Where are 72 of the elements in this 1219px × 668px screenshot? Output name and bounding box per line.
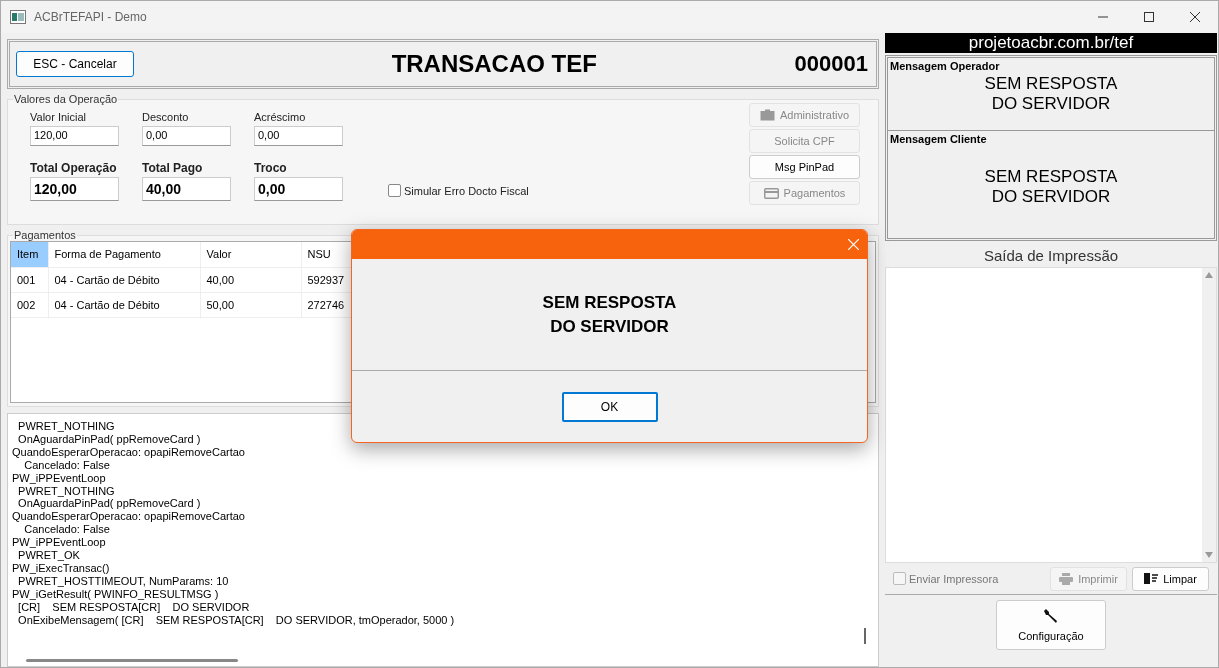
ok-button[interactable]: OK (561, 391, 658, 422)
log-line: PWRET_HOSTTIMEOUT, NumParams: 10 (17, 574, 230, 588)
checkbox-label: Enviar Impressora (909, 572, 999, 585)
field-label: Desconto (142, 111, 190, 123)
value-field[interactable]: 120,00 (30, 126, 119, 146)
log-line: PW_iPPEventLoop (12, 471, 107, 485)
value-field[interactable]: 0,00 (142, 126, 231, 146)
value-field[interactable]: 40,00 (142, 176, 231, 201)
scroll-up-icon[interactable] (1205, 272, 1213, 278)
briefcase-icon (759, 109, 775, 121)
checkbox-label: Simular Erro Docto Fiscal (404, 184, 529, 197)
field-label: Acréscimo (254, 111, 307, 123)
log-line: OnAguardaPinPad( ppRemoveCard ) (17, 432, 202, 446)
log-line: PW_iGetResult( PWINFO_RESULTMSG ) (12, 587, 220, 601)
field-label: Total Operação (30, 160, 118, 175)
checkbox[interactable] (388, 184, 401, 197)
log-line: PWRET_NOTHING (17, 484, 116, 498)
dialog-message: DO SERVIDOR (550, 315, 669, 338)
log-line: QuandoEsperarOperacao: opapiRemoveCartao (12, 510, 246, 524)
cancel-button[interactable]: ESC - Cancelar (16, 51, 134, 77)
column-header[interactable]: Forma de Pagamento (48, 242, 200, 267)
message-label: Mensagem Operador (889, 59, 1001, 74)
scrollbar-thumb[interactable] (864, 628, 866, 644)
credit-card-icon (763, 187, 779, 199)
table-cell: 002 (11, 292, 48, 317)
group-legend: Pagamentos (13, 229, 77, 241)
printer-icon (1059, 572, 1074, 585)
field-label: Valor Inicial (30, 111, 88, 123)
log-line: PWRET_OK (17, 549, 81, 562)
log-line: Cancelado: False (23, 458, 111, 472)
transaction-title: TRANSACAO TEF (390, 50, 598, 78)
operator-message: SEM RESPOSTA (983, 74, 1119, 94)
log-line: PWRET_NOTHING (17, 420, 116, 433)
table-cell: 40,00 (200, 267, 301, 292)
value-field[interactable]: 0,00 (254, 126, 343, 146)
close-icon[interactable] (848, 239, 859, 250)
log-line: OnExibeMensagem( [CR] SEM RESPOSTA[CR] DO SERVIDOR, tmOperador, 5000 ) (17, 613, 456, 627)
action-button[interactable]: Msg PinPad (749, 155, 860, 179)
column-header[interactable]: Valor (200, 242, 301, 267)
scrollbar-thumb[interactable] (26, 659, 238, 662)
wrench-icon (1043, 608, 1059, 624)
table-cell: 50,00 (200, 292, 301, 317)
table-cell: 04 - Cartão de Débito (48, 267, 200, 292)
clear-button[interactable]: Limpar (1132, 566, 1209, 591)
log-line: PW_iExecTransac() (12, 561, 111, 575)
transaction-number: 000001 (794, 51, 868, 77)
dialog-message: SEM RESPOSTA (542, 291, 677, 314)
operator-message: DO SERVIDOR (990, 94, 1112, 114)
window-title: ACBrTEFAPI - Demo (34, 10, 147, 24)
website-banner: projetoacbr.com.br/tef (885, 33, 1217, 53)
clear-icon (1144, 573, 1159, 584)
log-line: OnAguardaPinPad( ppRemoveCard ) (17, 497, 202, 511)
field-label: Troco (254, 160, 288, 175)
field-label: Total Pago (142, 160, 204, 175)
value-field[interactable]: 0,00 (254, 176, 343, 201)
table-cell: 04 - Cartão de Débito (48, 292, 200, 317)
configuration-button[interactable]: Configuração (996, 600, 1106, 650)
app-icon (10, 10, 26, 24)
value-field[interactable]: 120,00 (30, 176, 119, 201)
print-title: Saída de Impressão (982, 247, 1120, 266)
message-label: Mensagem Cliente (889, 132, 988, 147)
scrollbar[interactable] (1202, 268, 1216, 562)
log-line: [CR] SEM RESPOSTA[CR] DO SERVIDOR (17, 600, 251, 614)
log-line: PW_iPPEventLoop (12, 536, 107, 550)
log-line: QuandoEsperarOperacao: opapiRemoveCartao (12, 445, 246, 459)
log-line: Cancelado: False (23, 523, 111, 537)
column-header[interactable]: Item (11, 242, 48, 267)
client-message: DO SERVIDOR (990, 187, 1112, 207)
scroll-down-icon[interactable] (1205, 552, 1213, 558)
client-message: SEM RESPOSTA (983, 167, 1119, 187)
group-legend: Valores da Operação (13, 93, 119, 105)
table-cell: 001 (11, 267, 48, 292)
